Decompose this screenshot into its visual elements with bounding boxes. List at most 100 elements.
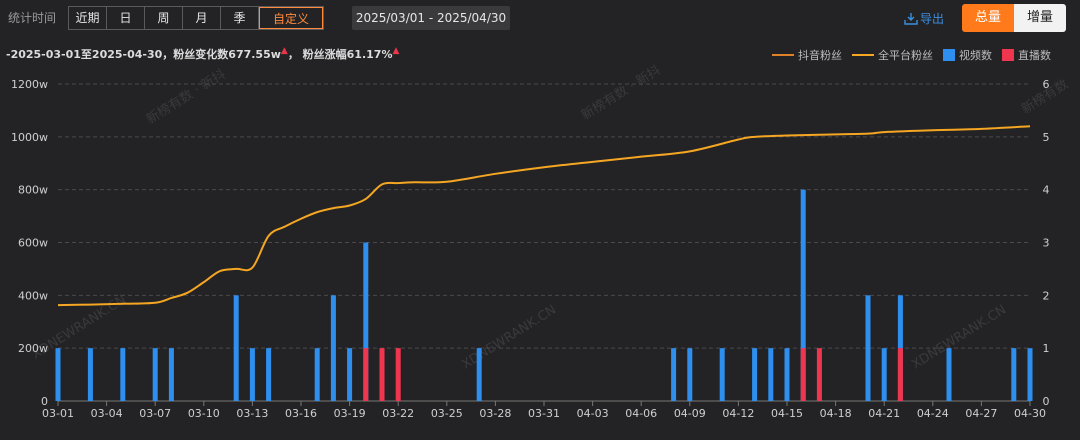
y-left-tick-label: 800w xyxy=(18,184,48,197)
stat-time-label: 统计时间 xyxy=(8,11,57,25)
x-tick-label: 04-21 xyxy=(868,407,900,420)
x-tick-label: 03-22 xyxy=(382,407,414,420)
y-right-tick-label: 5 xyxy=(1043,131,1050,144)
video-bar xyxy=(768,348,774,401)
live-bar xyxy=(379,348,385,401)
video-bar xyxy=(330,295,336,401)
total-tab[interactable]: 总量 xyxy=(962,4,1014,32)
summary-fans-growth: ， 粉丝涨幅61.17% xyxy=(287,48,393,61)
legend-box-swatch xyxy=(1002,49,1014,61)
video-bar xyxy=(363,242,369,401)
video-bar xyxy=(152,348,158,401)
legend-videos[interactable]: 视频数 xyxy=(943,47,992,63)
x-tick-label: 03-13 xyxy=(236,407,268,420)
x-tick-label: 04-30 xyxy=(1014,407,1046,420)
y-left-tick-label: 400w xyxy=(18,289,48,302)
live-bar xyxy=(897,348,903,401)
live-bar xyxy=(816,348,822,401)
watermark: XDNEWRANK.CN xyxy=(909,302,1010,373)
y-left-tick-label: 0 xyxy=(41,395,48,408)
summary-fans-change: -2025-03-01至2025-04-30，粉丝变化数677.55w xyxy=(6,48,281,61)
grid-lines xyxy=(58,83,1030,402)
y-right-tick-label: 1 xyxy=(1043,342,1050,355)
x-tick-label: 04-27 xyxy=(965,407,997,420)
video-bar xyxy=(87,348,93,401)
x-tick-label: 03-07 xyxy=(139,407,171,420)
x-tick-label: 04-24 xyxy=(917,407,949,420)
period-day-button[interactable]: 日 xyxy=(107,7,145,29)
watermark: 新榜有数 · 新抖 xyxy=(143,66,229,128)
watermark: 新榜有数 · 新抖 xyxy=(578,62,664,124)
video-bar xyxy=(168,348,174,401)
export-button[interactable]: 导出 xyxy=(904,10,944,27)
watermark: XDNEWRANK.CN xyxy=(29,292,130,363)
increment-tab[interactable]: 增量 xyxy=(1014,4,1066,32)
video-bar xyxy=(120,348,126,401)
download-icon xyxy=(904,13,918,25)
export-label: 导出 xyxy=(920,12,945,26)
live-bar xyxy=(395,348,401,401)
y-left-tick-label: 1000w xyxy=(11,131,48,144)
legend-line-swatch xyxy=(772,54,794,56)
period-month-button[interactable]: 月 xyxy=(183,7,221,29)
video-bar xyxy=(752,348,758,401)
video-bar xyxy=(249,348,255,401)
video-bar xyxy=(897,295,903,401)
period-quarter-button[interactable]: 季 xyxy=(221,7,259,29)
y-right-tick-label: 0 xyxy=(1043,395,1050,408)
y-right-tick-label: 2 xyxy=(1043,289,1050,302)
legend-line-swatch xyxy=(852,54,874,56)
video-bar xyxy=(266,348,272,401)
video-bar xyxy=(314,348,320,401)
x-tick-label: 03-04 xyxy=(91,407,123,420)
up-arrow-icon: ▲ xyxy=(392,46,400,56)
video-bar xyxy=(1027,348,1033,401)
watermark: XDNEWRANK.CN xyxy=(459,302,560,373)
x-tick-label: 03-19 xyxy=(334,407,366,420)
summary-line: -2025-03-01至2025-04-30，粉丝变化数677.55w ▲， 粉丝… xyxy=(6,46,399,62)
x-tick-label: 04-12 xyxy=(722,407,754,420)
period-selector: 近期 日 周 月 季 自定义 xyxy=(68,6,324,30)
video-bar xyxy=(865,295,871,401)
period-custom-button[interactable]: 自定义 xyxy=(259,7,323,29)
x-tick-label: 03-01 xyxy=(42,407,74,420)
y-axis-right: 0123456 xyxy=(1043,78,1050,408)
video-bar xyxy=(687,348,693,401)
video-bar xyxy=(800,189,806,401)
video-bar xyxy=(946,348,952,401)
live-bar xyxy=(363,348,369,401)
legend-all-fans[interactable]: 全平台粉丝 xyxy=(852,47,933,63)
x-tick-label: 03-10 xyxy=(188,407,220,420)
video-bar xyxy=(881,348,887,401)
video-bar xyxy=(233,295,239,401)
legend-douyin-fans[interactable]: 抖音粉丝 xyxy=(772,47,842,63)
x-tick-label: 03-25 xyxy=(431,407,463,420)
x-axis: 03-01 03-04 03-07 03-10 03-13 03-16 03-19 03-22… xyxy=(42,401,1046,420)
date-range-picker[interactable]: 2025/03/01 - 2025/04/30 xyxy=(352,6,510,30)
video-bar xyxy=(347,348,353,401)
legend-box-swatch xyxy=(943,49,955,61)
period-week-button[interactable]: 周 xyxy=(145,7,183,29)
total-increment-toggle: 总量 增量 xyxy=(962,4,1066,32)
x-tick-label: 04-06 xyxy=(625,407,657,420)
x-tick-label: 04-18 xyxy=(820,407,852,420)
video-bar xyxy=(671,348,677,401)
video-bar xyxy=(55,348,61,401)
legend-lives[interactable]: 直播数 xyxy=(1002,47,1051,63)
period-recent-button[interactable]: 近期 xyxy=(69,7,107,29)
watermark: 新榜有数 xyxy=(1019,77,1072,118)
fans-line xyxy=(57,125,1031,307)
fans-chart: 0200w400w600w800w1000w1200w 0123456 03-0… xyxy=(11,78,1050,420)
bars xyxy=(55,189,1033,401)
x-tick-label: 04-09 xyxy=(674,407,706,420)
live-bar xyxy=(800,348,806,401)
video-bar xyxy=(784,348,790,401)
y-left-tick-label: 600w xyxy=(18,237,48,250)
x-tick-label: 04-15 xyxy=(771,407,803,420)
video-bar xyxy=(1011,348,1017,401)
x-tick-label: 03-31 xyxy=(528,407,560,420)
video-bar xyxy=(719,348,725,401)
y-right-tick-label: 4 xyxy=(1043,184,1050,197)
x-tick-label: 04-03 xyxy=(577,407,609,420)
y-left-tick-label: 1200w xyxy=(11,78,48,91)
